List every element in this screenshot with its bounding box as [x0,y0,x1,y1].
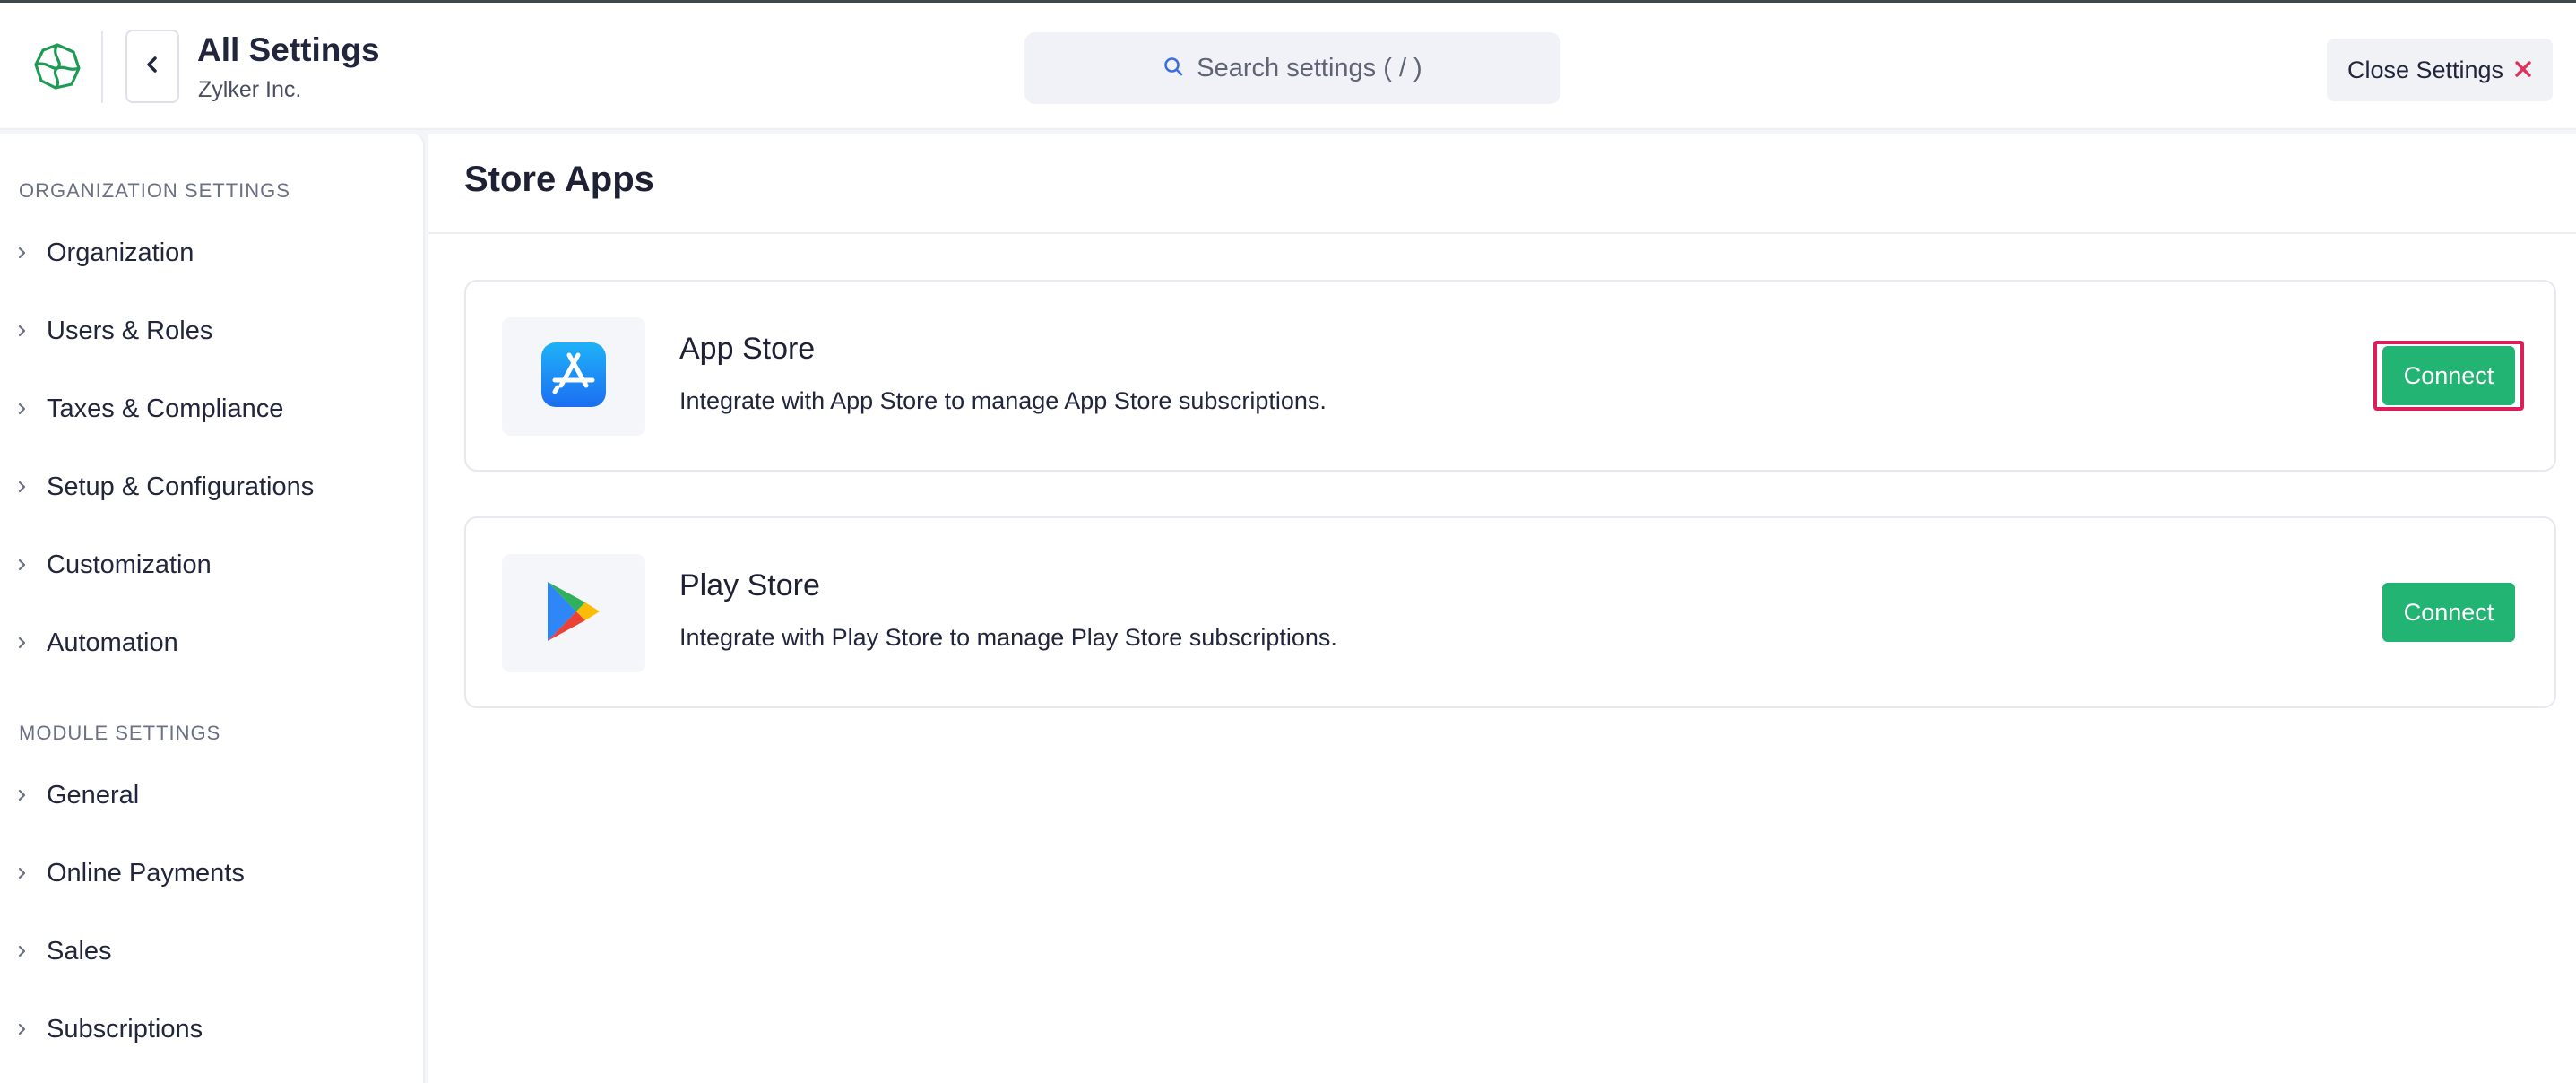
sidebar-item-customization[interactable]: Customization [0,536,421,593]
sidebar-item-label: Organization [47,238,194,267]
app-store-icon-container [502,317,645,436]
page-title: All Settings [197,31,380,68]
sidebar-item-label: Customization [47,550,212,579]
close-settings-label: Close Settings [2347,56,2504,83]
chevron-right-icon [0,1022,47,1036]
chevron-right-icon [0,788,47,802]
sidebar-item-label: Setup & Configurations [47,472,315,501]
play-store-icon [546,580,601,647]
app-description: Integrate with App Store to manage App S… [679,387,1327,414]
settings-header: All Settings Zylker Inc. Search settings… [0,3,2576,130]
sidebar-item-taxes-compliance[interactable]: Taxes & Compliance [0,380,421,438]
sidebar-item-label: Subscriptions [47,1014,203,1044]
close-icon [2514,56,2532,83]
sidebar-item-label: Sales [47,936,112,966]
app-store-icon [541,342,606,412]
search-placeholder: Search settings ( / ) [1197,53,1422,82]
title-divider [428,232,2576,234]
header-divider [101,31,103,103]
play-store-connect-button[interactable]: Connect [2382,583,2515,642]
chevron-right-icon [0,558,47,572]
close-settings-button[interactable]: Close Settings [2327,39,2553,101]
search-input[interactable]: Search settings ( / ) [1024,32,1560,104]
chevron-right-icon [0,402,47,416]
zoho-billing-logo-icon[interactable] [32,41,82,91]
settings-sidebar: ORGANIZATION SETTINGS Organization Users… [0,134,425,1083]
sidebar-item-automation[interactable]: Automation [0,614,421,671]
sidebar-item-label: Online Payments [47,858,245,888]
chevron-right-icon [0,866,47,880]
sidebar-item-setup-configurations[interactable]: Setup & Configurations [0,458,421,516]
app-store-card: App Store Integrate with App Store to ma… [464,280,2556,472]
sidebar-item-users-roles[interactable]: Users & Roles [0,302,421,360]
sidebar-item-online-payments[interactable]: Online Payments [0,845,421,902]
sidebar-item-label: Automation [47,628,178,657]
app-name: Play Store [679,568,820,602]
play-store-icon-container [502,554,645,672]
play-store-card: Play Store Integrate with Play Store to … [464,516,2556,708]
chevron-right-icon [0,246,47,260]
sidebar-item-label: General [47,780,140,810]
organization-settings-heading: ORGANIZATION SETTINGS [19,179,290,202]
chevron-right-icon [0,944,47,958]
section-title: Store Apps [464,160,654,199]
module-settings-heading: MODULE SETTINGS [19,722,221,744]
sidebar-item-organization[interactable]: Organization [0,224,421,282]
sidebar-item-label: Taxes & Compliance [47,394,284,423]
organization-name: Zylker Inc. [198,77,302,102]
app-store-connect-button[interactable]: Connect [2382,346,2515,405]
chevron-right-icon [0,324,47,338]
app-name: App Store [679,332,816,366]
sidebar-item-general[interactable]: General [0,767,421,824]
chevron-right-icon [0,480,47,494]
app-description: Integrate with Play Store to manage Play… [679,624,1337,651]
search-icon [1163,56,1184,82]
chevron-left-icon [143,55,161,79]
chevron-right-icon [0,636,47,650]
sidebar-item-subscriptions[interactable]: Subscriptions [0,1001,421,1058]
sidebar-item-label: Users & Roles [47,316,213,345]
sidebar-item-sales[interactable]: Sales [0,923,421,980]
back-button[interactable] [125,30,179,103]
store-apps-panel: Store Apps App Store Integrate with App … [428,134,2576,1083]
